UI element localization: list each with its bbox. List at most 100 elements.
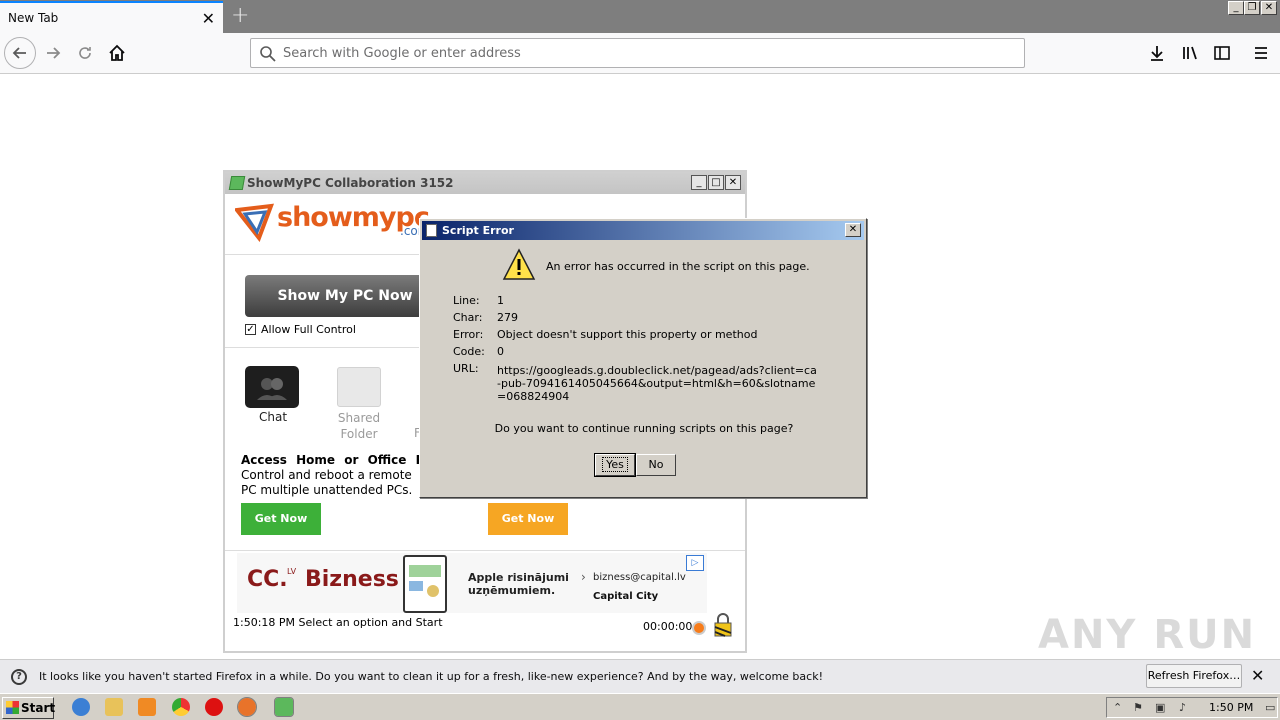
help-icon: ? bbox=[11, 669, 27, 685]
status-text: 1:50:18 PM Select an option and Start bbox=[233, 616, 443, 629]
ad-email: bizness@capital.lv bbox=[593, 572, 686, 583]
notification-bar: ? It looks like you haven't started Fire… bbox=[0, 659, 1280, 693]
divider bbox=[225, 254, 425, 255]
tab-close-icon[interactable]: ✕ bbox=[202, 9, 215, 28]
dialog-titlebar[interactable]: Script Error ✕ bbox=[422, 221, 864, 240]
search-icon bbox=[260, 46, 276, 62]
ad-apple-line1: Apple risinājumi bbox=[468, 571, 569, 584]
start-button[interactable]: Start bbox=[2, 697, 56, 719]
dialog-title: Script Error bbox=[442, 224, 514, 237]
ad-choices-icon[interactable]: ▷ bbox=[686, 555, 704, 571]
download-icon bbox=[1151, 46, 1163, 61]
opera-icon[interactable] bbox=[205, 698, 223, 716]
access-description: Control and reboot a remote PC multiple … bbox=[241, 468, 413, 497]
allow-full-control-checkbox[interactable]: ✓ bbox=[245, 324, 256, 335]
volume-icon[interactable]: ♪ bbox=[1179, 701, 1186, 714]
browser-tab[interactable]: New Tab ✕ bbox=[0, 1, 223, 33]
media-player-icon[interactable] bbox=[138, 698, 156, 716]
forward-button[interactable] bbox=[37, 37, 69, 69]
home-icon bbox=[109, 44, 125, 61]
field-key-url: URL: bbox=[453, 362, 479, 375]
minimize-window-button[interactable]: _ bbox=[1228, 1, 1244, 15]
notification-text: It looks like you haven't started Firefo… bbox=[39, 670, 823, 683]
ad-bizness: Bizness bbox=[305, 567, 399, 592]
menu-button[interactable] bbox=[1245, 37, 1277, 69]
restore-window-button[interactable]: ❐ bbox=[1244, 1, 1260, 15]
hamburger-icon bbox=[1255, 47, 1267, 59]
clock[interactable]: 1:50 PM bbox=[1209, 701, 1253, 714]
ad-tablet-image bbox=[403, 555, 447, 613]
chrome-icon[interactable] bbox=[172, 698, 190, 716]
divider bbox=[225, 347, 425, 348]
lock-icon[interactable] bbox=[713, 613, 733, 637]
get-now-button-green[interactable]: Get Now bbox=[241, 503, 321, 535]
showmypc-title: ShowMyPC Collaboration 3152 bbox=[247, 176, 454, 190]
script-error-dialog: Script Error ✕ An error has occurred in … bbox=[419, 218, 867, 498]
internet-explorer-icon[interactable] bbox=[72, 698, 90, 716]
reload-button[interactable] bbox=[69, 37, 101, 69]
taskbar: Start ⌃ ⚑ ▣ ♪ 1:50 PM ▭ bbox=[0, 693, 1280, 720]
dialog-message: An error has occurred in the script on t… bbox=[546, 260, 810, 273]
no-button[interactable]: No bbox=[636, 454, 676, 476]
chevron-right-icon: › bbox=[581, 570, 586, 584]
showmypc-minimize-button[interactable]: _ bbox=[691, 175, 707, 190]
field-value-error: Object doesn't support this property or … bbox=[497, 328, 758, 341]
dialog-close-button[interactable]: ✕ bbox=[845, 223, 861, 237]
sidebar-button[interactable] bbox=[1206, 37, 1238, 69]
start-label: Start bbox=[21, 701, 56, 715]
get-now-button-orange[interactable]: Get Now bbox=[488, 503, 568, 535]
back-button[interactable] bbox=[4, 37, 36, 69]
field-value-url: https://googleads.g.doubleclick.net/page… bbox=[497, 364, 817, 403]
library-button[interactable] bbox=[1174, 37, 1206, 69]
showmypc-maximize-button[interactable]: □ bbox=[708, 175, 724, 190]
showmypc-taskbar-icon[interactable] bbox=[274, 697, 294, 717]
system-tray: ⌃ ⚑ ▣ ♪ 1:50 PM ▭ bbox=[1106, 697, 1278, 718]
close-window-button[interactable]: ✕ bbox=[1261, 1, 1277, 15]
yes-button[interactable]: Yes bbox=[594, 453, 636, 477]
showmypc-titlebar[interactable]: ShowMyPC Collaboration 3152 _ □ ✕ bbox=[225, 172, 745, 194]
chat-label: Chat bbox=[259, 410, 288, 424]
tab-title: New Tab bbox=[8, 11, 59, 25]
tab-bar: New Tab ✕ + _ ❐ ✕ bbox=[0, 0, 1280, 33]
field-key-code: Code: bbox=[453, 345, 485, 358]
firefox-icon[interactable] bbox=[237, 697, 257, 717]
advertisement-banner[interactable]: CC. LV Bizness Apple risinājumi uzņēmumi… bbox=[237, 553, 707, 613]
windows-logo-icon bbox=[6, 701, 19, 714]
notification-close-icon[interactable]: ✕ bbox=[1251, 666, 1264, 685]
sidebar-icon bbox=[1214, 46, 1230, 60]
field-value-line: 1 bbox=[497, 294, 504, 307]
tablet-screen-icon bbox=[409, 565, 441, 597]
allow-full-control-label: Allow Full Control bbox=[261, 323, 356, 336]
shared-folder-icon[interactable] bbox=[337, 367, 381, 407]
showmypc-close-button[interactable]: ✕ bbox=[725, 175, 741, 190]
users-icon bbox=[257, 378, 287, 400]
explorer-folder-icon[interactable] bbox=[105, 698, 123, 716]
document-icon bbox=[426, 224, 437, 237]
chat-icon[interactable] bbox=[245, 366, 299, 408]
reload-icon bbox=[79, 47, 91, 59]
field-value-char: 279 bbox=[497, 311, 518, 324]
url-input[interactable] bbox=[283, 39, 1013, 67]
network-icon[interactable]: ▣ bbox=[1155, 701, 1165, 714]
field-key-char: Char: bbox=[453, 311, 483, 324]
field-key-line: Line: bbox=[453, 294, 480, 307]
ad-apple-text: Apple risinājumi uzņēmumiem. bbox=[468, 571, 569, 597]
record-icon[interactable] bbox=[692, 621, 706, 635]
flag-icon[interactable]: ⚑ bbox=[1133, 701, 1143, 714]
showmypc-app-icon bbox=[228, 176, 246, 190]
home-button[interactable] bbox=[101, 37, 133, 69]
divider bbox=[225, 550, 745, 551]
shared-folder-label: Shared Folder bbox=[337, 411, 381, 441]
show-desktop-icon[interactable]: ▭ bbox=[1265, 701, 1275, 714]
tray-expand-icon[interactable]: ⌃ bbox=[1113, 701, 1122, 714]
access-heading: Access Home or Office PC bbox=[241, 453, 434, 467]
downloads-button[interactable] bbox=[1141, 37, 1173, 69]
new-tab-icon[interactable]: + bbox=[231, 3, 249, 28]
anyrun-watermark: ANY RUN bbox=[1038, 612, 1257, 658]
show-my-pc-now-button[interactable]: Show My PC Now bbox=[245, 275, 445, 317]
dialog-question: Do you want to continue running scripts … bbox=[494, 422, 794, 435]
refresh-firefox-button[interactable]: Refresh Firefox… bbox=[1146, 664, 1242, 688]
url-bar[interactable] bbox=[250, 38, 1025, 68]
field-value-code: 0 bbox=[497, 345, 504, 358]
nav-bar bbox=[0, 33, 1280, 74]
